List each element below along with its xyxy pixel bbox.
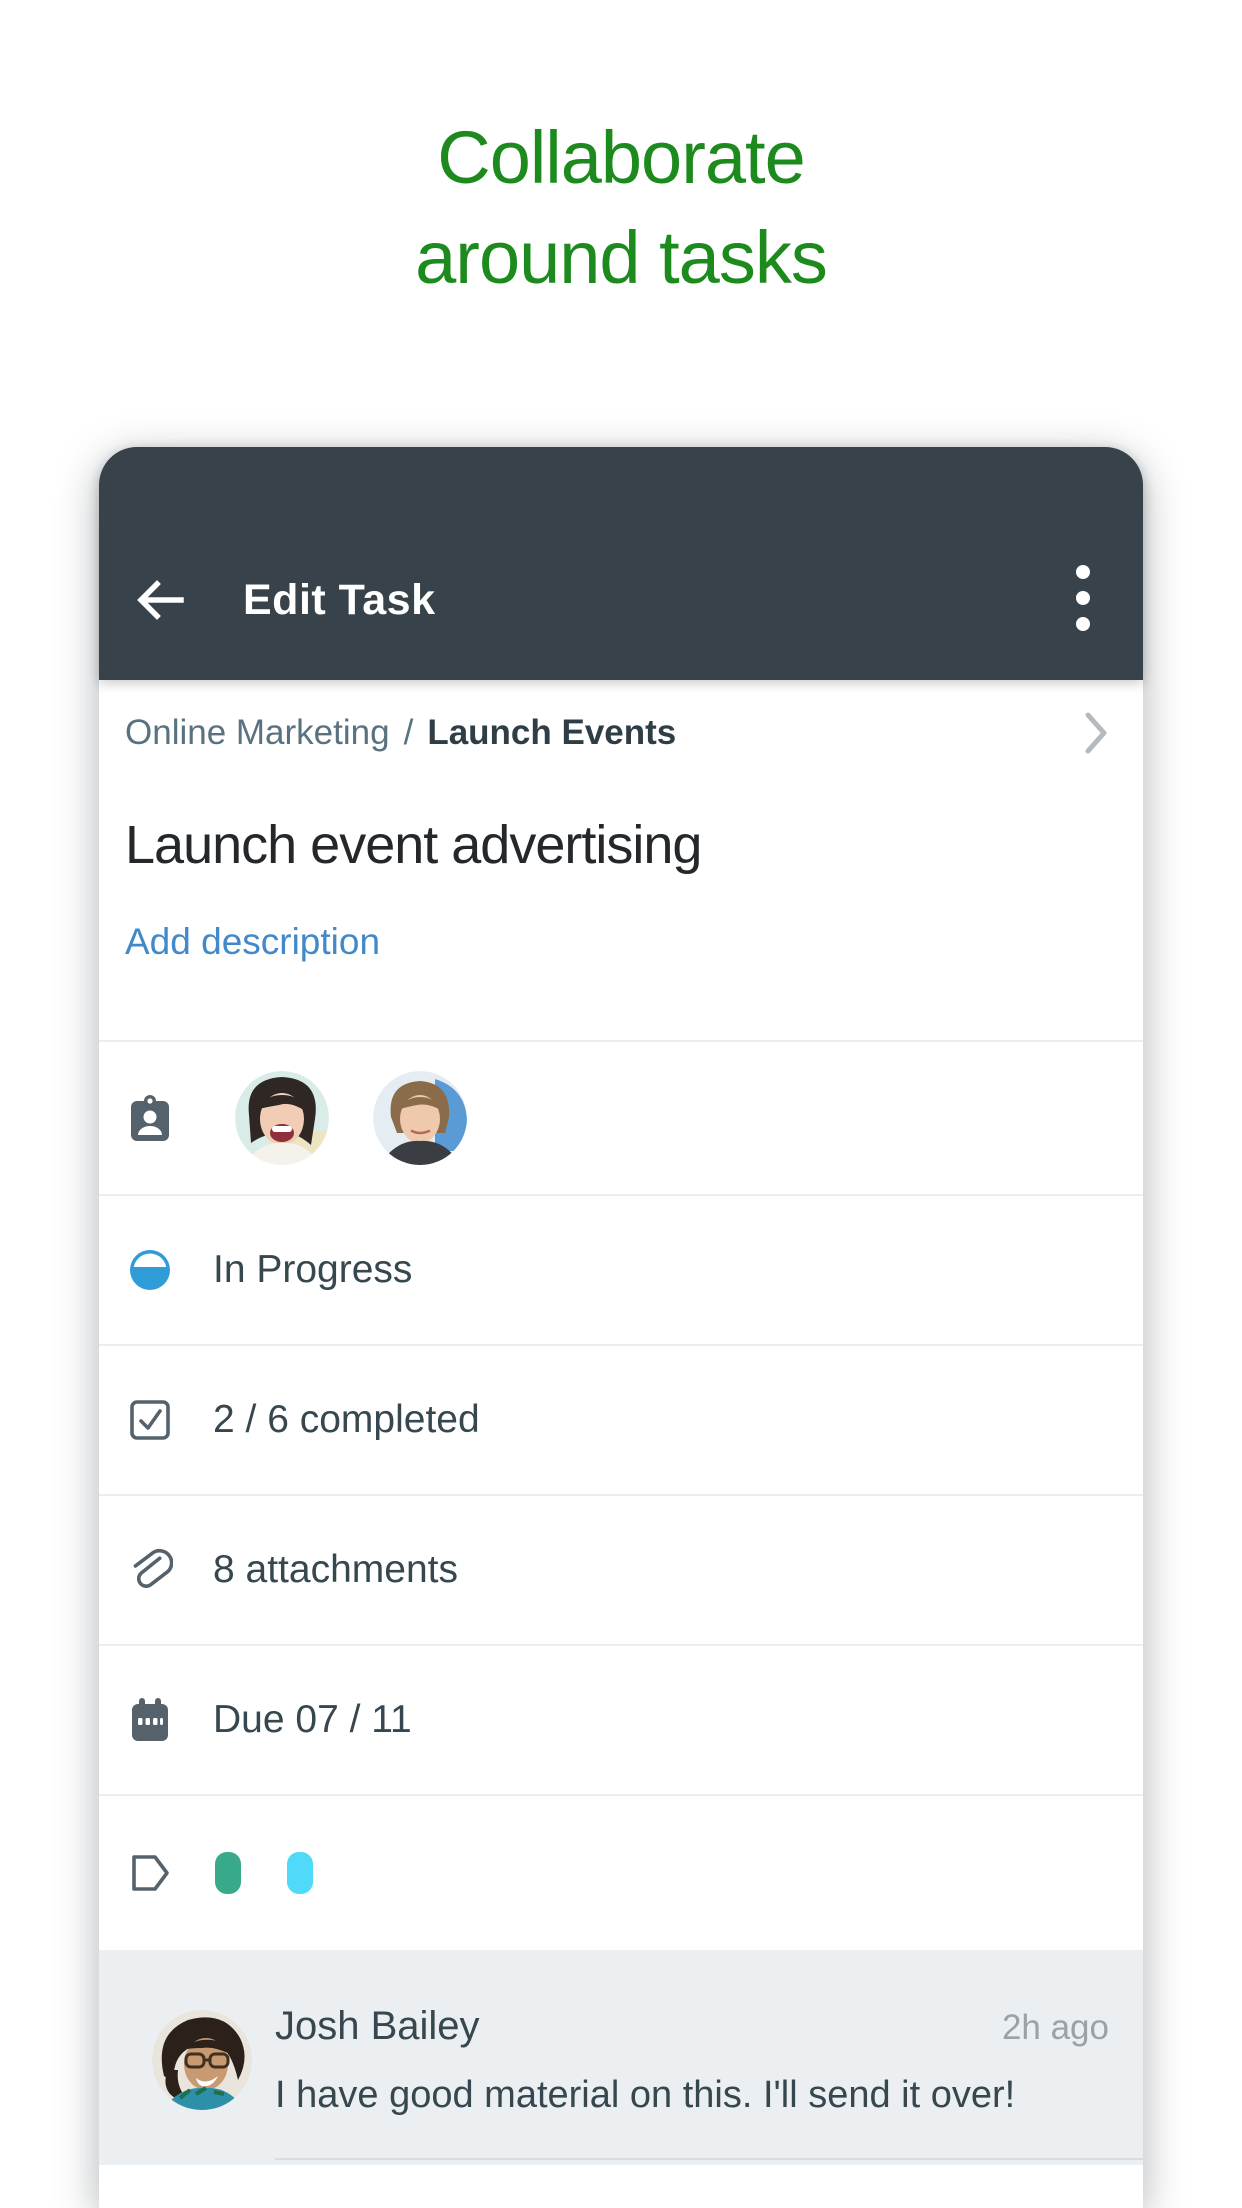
- comment-text: I have good material on this. I'll send …: [275, 2074, 1109, 2117]
- breadcrumb[interactable]: Online Marketing / Launch Events: [99, 680, 1143, 786]
- breadcrumb-project[interactable]: Online Marketing: [125, 713, 390, 753]
- overflow-menu-button[interactable]: [1063, 560, 1103, 640]
- breadcrumb-chevron-button[interactable]: [1083, 711, 1109, 755]
- back-button[interactable]: [131, 570, 191, 630]
- assignee-avatar-2[interactable]: [373, 1071, 467, 1165]
- status-in-progress-icon: [127, 1247, 173, 1293]
- page-title: Edit Task: [243, 576, 435, 625]
- task-title[interactable]: Launch event advertising: [125, 812, 1117, 878]
- kebab-menu-icon: [1071, 558, 1095, 642]
- tag-swatch-teal[interactable]: [215, 1852, 241, 1894]
- breadcrumb-separator: /: [404, 713, 414, 753]
- comment-author-name: Josh Bailey: [275, 2004, 480, 2049]
- comment-author-avatar[interactable]: [152, 2010, 252, 2110]
- due-date-label: Due 07 / 11: [213, 1698, 412, 1742]
- edit-task-card: Edit Task Online Marketing / Launch Even…: [99, 447, 1143, 2208]
- checkbox-checked-icon: [127, 1397, 173, 1443]
- tag-swatch-cyan[interactable]: [287, 1852, 313, 1894]
- app-bar-row: Edit Task: [99, 545, 1143, 655]
- row-assignees[interactable]: [99, 1040, 1143, 1194]
- add-description-link[interactable]: Add description: [125, 922, 1117, 962]
- next-row-surface: [99, 2165, 1143, 2208]
- assignee-avatar-1[interactable]: [235, 1071, 329, 1165]
- comment-divider: [275, 2158, 1143, 2160]
- calendar-icon: [127, 1697, 173, 1743]
- app-bar: Edit Task: [99, 447, 1143, 680]
- paperclip-icon: [127, 1547, 173, 1593]
- checklist-label: 2 / 6 completed: [213, 1398, 480, 1442]
- row-status[interactable]: In Progress: [99, 1194, 1143, 1344]
- chevron-right-icon: [1083, 711, 1109, 755]
- hero-headline: Collaborate around tasks: [0, 0, 1242, 308]
- row-attachments[interactable]: 8 attachments: [99, 1494, 1143, 1644]
- arrow-left-icon: [133, 572, 189, 628]
- comment-timestamp: 2h ago: [1002, 2008, 1109, 2048]
- comment-item[interactable]: Josh Bailey 2h ago I have good material …: [99, 1950, 1143, 2165]
- row-due-date[interactable]: Due 07 / 11: [99, 1644, 1143, 1794]
- spacer: [99, 962, 1143, 1040]
- breadcrumb-list[interactable]: Launch Events: [427, 713, 676, 753]
- hero-line-2: around tasks: [0, 208, 1242, 308]
- status-label: In Progress: [213, 1248, 412, 1292]
- hero-line-1: Collaborate: [0, 108, 1242, 208]
- row-checklist[interactable]: 2 / 6 completed: [99, 1344, 1143, 1494]
- task-content: Online Marketing / Launch Events Launch …: [99, 680, 1143, 2208]
- row-tags[interactable]: [99, 1794, 1143, 1950]
- contact-badge-icon: [127, 1095, 173, 1141]
- tag-icon: [127, 1850, 173, 1896]
- attachments-label: 8 attachments: [213, 1548, 458, 1592]
